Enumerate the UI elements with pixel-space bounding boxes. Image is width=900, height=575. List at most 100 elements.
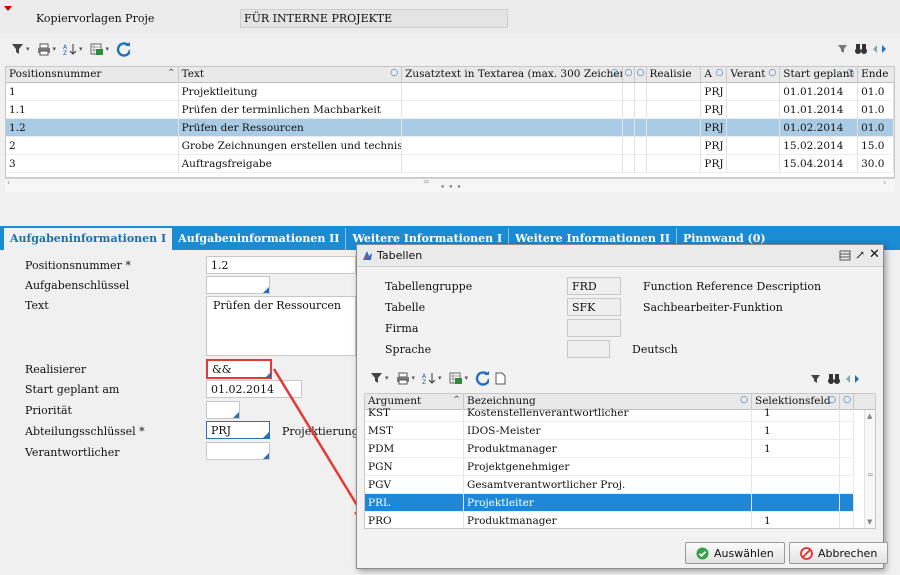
column-header[interactable]: ○	[635, 67, 647, 82]
collapse-marker-icon[interactable]	[4, 6, 12, 11]
column-header[interactable]: Start geplant ○	[780, 67, 859, 82]
table-row[interactable]: 3 Auftragsfreigabe PRJ 15.04.2014 30.0	[6, 155, 894, 173]
list-cell: PRO	[365, 512, 464, 528]
list-item[interactable]: PGV Gesamtverantwortlicher Proj.	[365, 476, 875, 494]
column-options-icon[interactable]: ○	[768, 68, 776, 78]
header-bar: Kopiervorlagen Proje FÜR INTERNE PROJEKT…	[0, 0, 900, 34]
positions-grid: Positionsnummer ^ Text ○ Zusatztext in Tex…	[5, 66, 895, 178]
list-cell	[840, 494, 854, 512]
table-row[interactable]: 1.2 Prüfen der Ressourcen PRJ 01.02.2014 01.…	[6, 119, 894, 137]
sort-icon[interactable]: AZ	[422, 371, 436, 385]
lookup-corner-icon	[263, 287, 269, 293]
positionsnummer-field[interactable]: 1.2	[206, 256, 356, 274]
column-options-icon[interactable]: ○	[716, 68, 724, 78]
column-header[interactable]: ○	[623, 67, 635, 82]
filter-icon[interactable]	[369, 371, 383, 385]
tab-aufgabeninformationen-2[interactable]: Aufgabeninformationen II	[172, 228, 347, 250]
nav-arrows-icon[interactable]	[872, 42, 886, 56]
tabellengruppe-label: Tabellengruppe	[385, 280, 473, 293]
auswaehlen-button[interactable]: Auswählen	[685, 542, 785, 564]
table-row[interactable]: 2 Grobe Zeichnungen erstellen und technis…	[6, 137, 894, 155]
column-header[interactable]: Realisie	[647, 67, 702, 82]
table-cell: PRJ	[701, 137, 728, 155]
column-header[interactable]: Verant ○	[727, 67, 781, 82]
list-item[interactable]: PGN Projektgenehmiger	[365, 458, 875, 476]
list-item[interactable]: PDM Produktmanager 1	[365, 440, 875, 458]
abteilung-field[interactable]: PRJ	[206, 421, 270, 439]
positionsnummer-label: Positionsnummer *	[25, 259, 131, 272]
menu-icon[interactable]	[839, 250, 851, 261]
verantwortlicher-field[interactable]	[206, 442, 270, 460]
maximize-icon[interactable]: ↗	[855, 248, 865, 262]
table-row[interactable]: 1.1 Prüfen der terminlichen Machbarkeit PR…	[6, 101, 894, 119]
sprache-label: Sprache	[385, 343, 432, 356]
table-cell: 3	[6, 155, 179, 173]
dialog-grid-scrollbar[interactable]: ▲ = ▼	[864, 410, 875, 528]
clear-filter-icon[interactable]	[836, 42, 850, 56]
table-cell	[646, 101, 702, 119]
column-options-icon[interactable]: ○	[625, 68, 633, 78]
table-cell	[646, 83, 702, 101]
close-icon[interactable]: ✕	[869, 247, 880, 262]
sprache-field	[567, 340, 610, 358]
print-icon[interactable]	[396, 371, 410, 385]
column-options-icon[interactable]: ○	[843, 395, 851, 405]
column-options-icon[interactable]: ○	[390, 68, 398, 78]
refresh-icon[interactable]	[116, 42, 131, 57]
column-options-icon[interactable]: ○	[637, 68, 645, 78]
dialog-titlebar[interactable]: Tabellen ↗ ✕	[357, 245, 883, 267]
list-item[interactable]: PRL Projektleiter	[365, 494, 875, 512]
text-area[interactable]: Prüfen der Ressourcen	[206, 296, 356, 356]
filter-icon[interactable]	[10, 42, 24, 56]
print-icon[interactable]	[37, 42, 51, 56]
aufgabenschluessel-field[interactable]	[206, 276, 270, 294]
list-cell: PRL	[365, 494, 464, 512]
binoculars-icon[interactable]	[854, 42, 868, 56]
abbrechen-button[interactable]: Abbrechen	[789, 542, 889, 564]
lookup-corner-icon	[233, 412, 239, 418]
list-item[interactable]: MST IDOS-Meister 1	[365, 422, 875, 440]
realisierer-field[interactable]: &&	[206, 359, 272, 379]
column-header[interactable]: Selektionsfeld ○	[752, 394, 840, 409]
list-cell	[840, 476, 854, 494]
list-cell	[752, 494, 840, 512]
list-cell: Produktmanager	[464, 512, 752, 528]
table-cell	[634, 155, 647, 173]
column-header[interactable]: Text ○	[179, 67, 403, 82]
sort-icon[interactable]: AZ	[63, 42, 77, 56]
column-options-icon[interactable]: ○	[740, 395, 748, 405]
table-cell	[646, 137, 702, 155]
sort-asc-icon: ^	[167, 68, 175, 77]
list-cell: IDOS-Meister	[464, 422, 752, 440]
table-cell: Prüfen der terminlichen Machbarkeit	[178, 101, 403, 119]
export-icon[interactable]	[90, 42, 104, 56]
clear-filter-icon[interactable]	[809, 372, 823, 386]
column-header[interactable]: Zusatztext in Textarea (max. 300 Zeichen…	[402, 67, 623, 82]
start-label: Start geplant am	[25, 383, 120, 396]
export-icon[interactable]	[449, 371, 463, 385]
list-cell: 1	[752, 512, 840, 528]
new-document-icon[interactable]	[493, 371, 507, 385]
column-header[interactable]: A ○	[701, 67, 728, 82]
list-cell: Gesamtverantwortlicher Proj.	[464, 476, 752, 494]
table-cell: Grobe Zeichnungen erstellen und technisc…	[178, 137, 403, 155]
tab-aufgabeninformationen-1[interactable]: Aufgabeninformationen I	[4, 228, 173, 250]
nav-arrows-icon[interactable]	[845, 372, 859, 386]
more-indicator[interactable]: • • •	[440, 183, 462, 193]
column-options-icon[interactable]: ○	[846, 68, 854, 78]
column-header[interactable]: ○	[840, 394, 854, 409]
binoculars-icon[interactable]	[827, 372, 841, 386]
column-header[interactable]: Positionsnummer ^	[6, 67, 179, 82]
column-options-icon[interactable]: ○	[828, 395, 836, 405]
table-row[interactable]: 1 Projektleitung PRJ 01.01.2014 01.0	[6, 83, 894, 101]
refresh-icon[interactable]	[475, 371, 490, 386]
column-header[interactable]: Ende	[858, 67, 894, 82]
lookup-corner-icon	[263, 453, 269, 459]
list-cell	[840, 512, 854, 528]
column-options-icon[interactable]: ○	[611, 68, 619, 78]
list-item[interactable]: PRO Produktmanager 1	[365, 512, 875, 528]
column-header[interactable]: Bezeichnung ○	[464, 394, 752, 409]
prioritaet-field[interactable]	[206, 401, 240, 419]
sprache-description: Deutsch	[632, 343, 678, 356]
column-header[interactable]: Argument ^	[365, 394, 464, 409]
